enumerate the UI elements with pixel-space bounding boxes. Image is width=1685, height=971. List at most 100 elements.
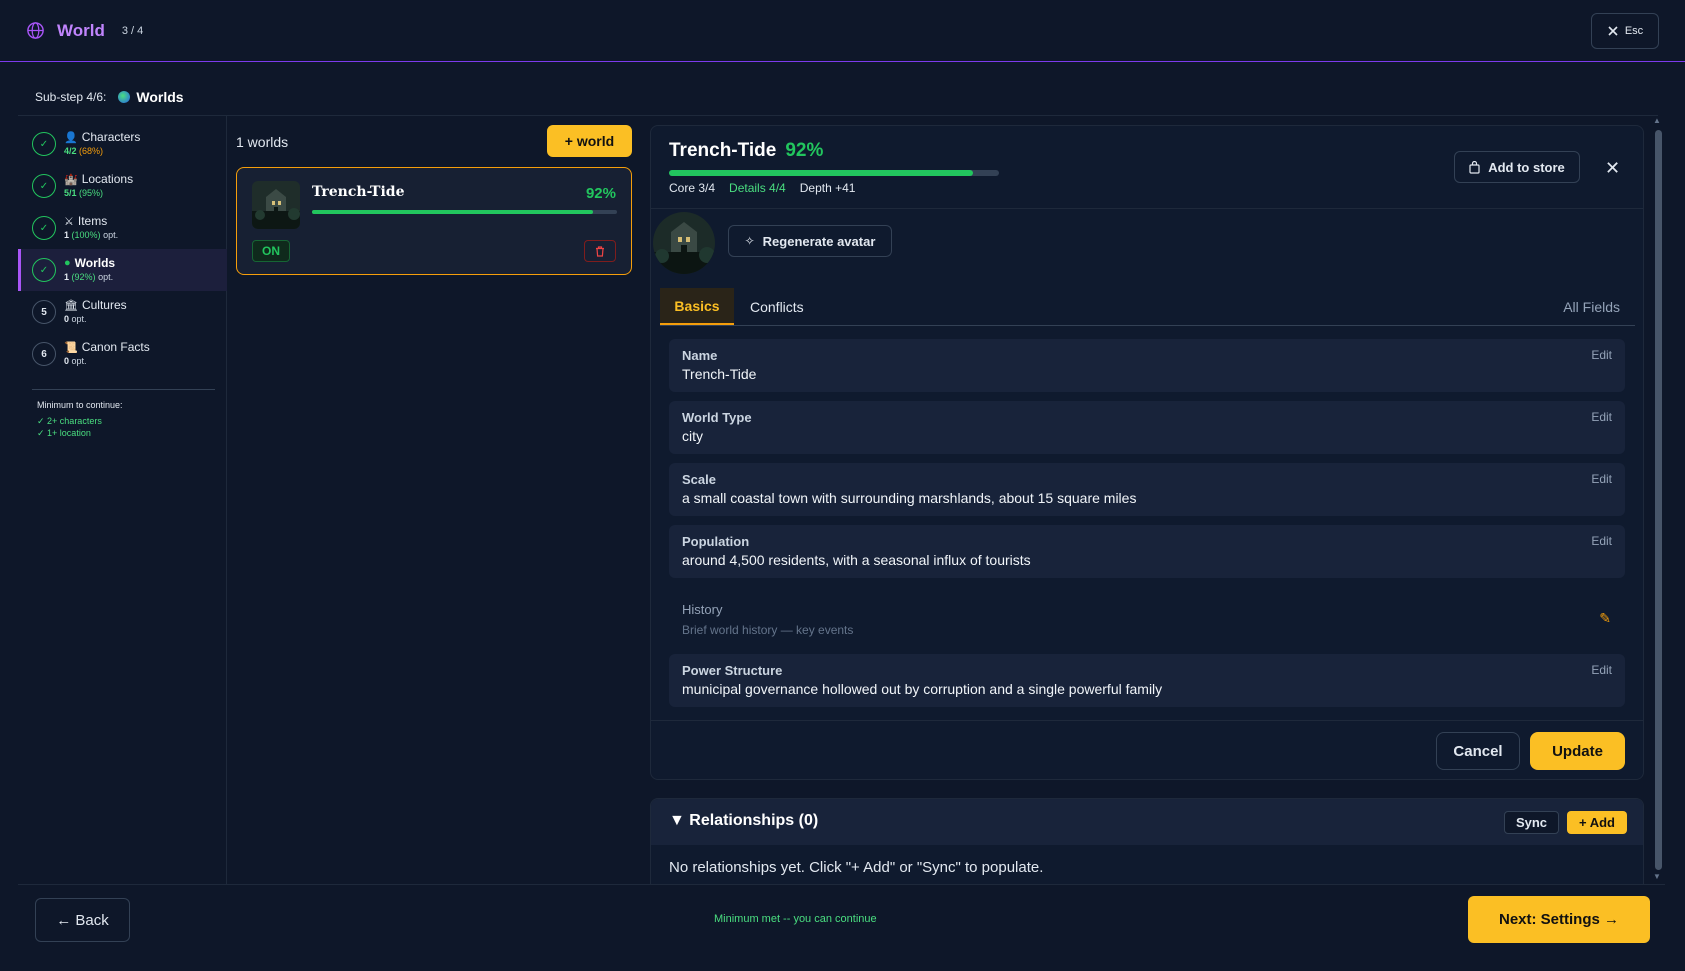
detail-title: Trench-Tide 92% [669,140,823,162]
field-label: World Type [682,410,752,425]
field-scale: Scale a small coastal town with surround… [669,463,1625,516]
close-panel-button[interactable]: ✕ [1605,158,1620,179]
world-card-completeness: 92% [585,185,616,202]
sidebar-item-cultures[interactable]: 5 🏛 Cultures 0 opt. [18,291,227,333]
detail-meta: Core 3/4 Details 4/4 Depth +41 [669,181,855,195]
detail-completeness: 92% [785,140,824,161]
globe-icon [27,22,44,39]
field-power-structure: Power Structure municipal governance hol… [669,654,1625,707]
status-message: Minimum met -- you can continue [714,913,877,925]
step-percent: (95%) [79,188,104,198]
scroll-down-arrow[interactable]: ▼ [1653,872,1661,881]
delete-world-button[interactable] [584,240,616,262]
add-to-store-label: Add to store [1488,159,1565,175]
app-title: World [57,20,105,40]
relationships-title[interactable]: ▼ Relationships (0) [669,812,818,830]
regenerate-label: Regenerate avatar [762,233,876,249]
step-optional: opt. [71,314,87,324]
world-card[interactable]: Trench-Tide 92% ON [236,167,632,275]
divider [651,720,1643,721]
edit-world-type-button[interactable]: Edit [1591,410,1612,424]
update-button[interactable]: Update [1530,732,1625,770]
add-to-store-button[interactable]: Add to store [1454,151,1580,183]
relationships-header[interactable]: ▼ Relationships (0) Sync + Add [651,799,1643,845]
scroll-up-arrow[interactable]: ▲ [1653,116,1661,125]
step-count: 5/1 [64,188,77,198]
regenerate-avatar-button[interactable]: ✧ Regenerate avatar [728,225,892,257]
detail-name: Trench-Tide [669,140,777,161]
sidebar-item-label: Cultures [81,298,127,312]
castle-icon: 🏰 [64,173,78,186]
world-avatar[interactable] [653,212,715,274]
esc-label: Esc [1624,25,1644,37]
step-count: 0 [64,314,70,324]
trash-icon [596,245,604,257]
tab-basics[interactable]: Basics [660,288,734,325]
sync-button[interactable]: Sync [1504,811,1559,834]
world-globe-icon [118,91,131,103]
divider [18,884,1665,885]
detail-tabs: Basics Conflicts All Fields [660,288,1635,326]
field-value: Trench-Tide [682,366,757,382]
world-detail-panel: Trench-Tide 92% Core 3/4 Details 4/4 Dep… [650,125,1644,780]
min-title: Minimum to continue: [37,400,123,410]
sidebar-item-items[interactable]: ✓ ⚔ Items 1 (100%) opt. [18,207,227,249]
divider [651,208,1643,209]
bag-icon [1469,160,1480,174]
cancel-button[interactable]: Cancel [1436,732,1520,770]
field-placeholder: Brief world history — key events [682,623,854,637]
close-wizard-button[interactable]: Esc [1591,13,1659,49]
divider [18,115,1658,116]
sidebar-item-label: Canon Facts [81,340,150,354]
substep-indicator: Sub-step 4/6: Worlds [35,89,184,105]
scrollbar[interactable]: ▲ ▼ [1652,116,1665,884]
step-percent: (100%) [71,230,101,240]
add-relationship-button[interactable]: + Add [1567,811,1627,834]
sidebar-item-label: Worlds [74,256,116,270]
substep-label: Sub-step 4/6: [35,90,107,104]
add-world-button[interactable]: + world [547,125,632,157]
sidebar-item-canon-facts[interactable]: 6 📜 Canon Facts 0 opt. [18,333,227,375]
world-card-progress-bar [312,210,617,214]
all-fields-toggle[interactable]: All Fields [1563,288,1620,325]
pencil-icon[interactable]: ✎ [1599,610,1611,627]
world-thumbnail [252,181,300,229]
step-optional: opt. [103,230,119,240]
progress-fill [669,170,973,176]
sidebar-item-label: Items [77,214,108,228]
edit-population-button[interactable]: Edit [1591,534,1612,548]
next-button[interactable]: Next: Settings → [1468,896,1650,943]
back-button[interactable]: ← Back [35,898,130,942]
step-count: 1 [64,230,70,240]
close-icon [1608,26,1618,36]
field-value: a small coastal town with surrounding ma… [682,490,1137,506]
world-count: 1 worlds [236,134,289,150]
edit-name-button[interactable]: Edit [1591,348,1612,362]
sidebar-item-characters[interactable]: ✓ 👤 Characters 4/2 (68%) [18,123,227,165]
step-percent: (68%) [79,146,104,156]
sidebar-item-label: Characters [81,130,141,144]
step-optional: opt. [98,272,114,282]
swords-icon: ⚔ [64,215,74,228]
field-label: History [682,602,723,617]
depth-count: Depth +41 [799,181,856,195]
sidebar-item-label: Locations [81,172,134,186]
step-number: 6 [32,342,56,366]
min-requirement: ✓ 2+ characters [37,416,102,426]
world-active-toggle[interactable]: ON [252,240,290,262]
sidebar-item-locations[interactable]: ✓ 🏰 Locations 5/1 (95%) [18,165,227,207]
sidebar-item-worlds[interactable]: ✓ ● Worlds 1 (92%) opt. [18,249,227,291]
scrollbar-thumb[interactable] [1655,130,1662,870]
top-bar: World 3 / 4 Esc [0,0,1685,62]
edit-scale-button[interactable]: Edit [1591,472,1612,486]
field-label: Power Structure [682,663,783,678]
tab-conflicts[interactable]: Conflicts [750,288,804,325]
edit-power-structure-button[interactable]: Edit [1591,663,1612,677]
field-history[interactable]: History Brief world history — key events… [669,593,1625,646]
step-optional: opt. [71,356,87,366]
steps-sidebar: ✓ 👤 Characters 4/2 (68%) ✓ 🏰 Locations 5/1… [18,116,227,884]
substep-name: Worlds [136,89,184,105]
minimum-requirements: Minimum to continue: ✓ 2+ characters ✓ 1… [37,400,123,439]
relationships-empty-text: No relationships yet. Click "+ Add" or "… [669,859,1044,876]
field-population: Population around 4,500 residents, with … [669,525,1625,578]
